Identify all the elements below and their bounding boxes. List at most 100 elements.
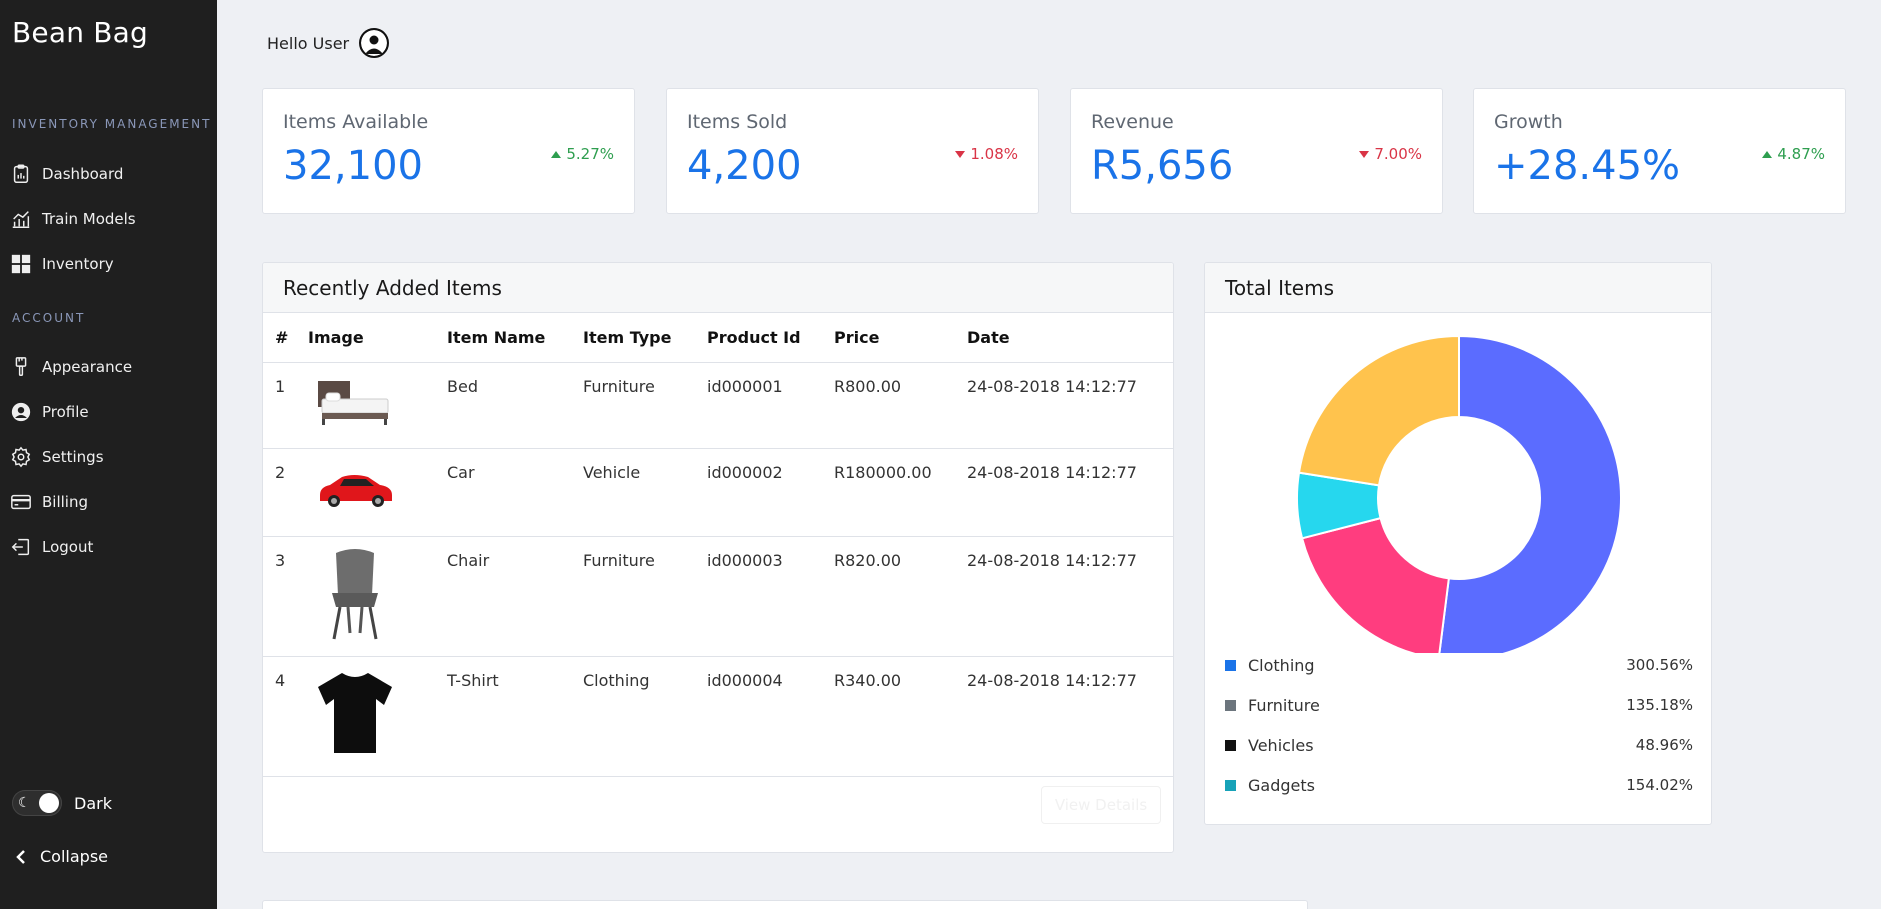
sidebar-item-label: Appearance bbox=[42, 358, 133, 376]
greeting: Hello User bbox=[267, 28, 390, 58]
recent-items-title: Recently Added Items bbox=[263, 263, 1173, 313]
moon-icon: ☾ bbox=[18, 795, 31, 811]
sidebar-item-logout[interactable]: Logout bbox=[10, 532, 210, 562]
dark-mode-toggle[interactable]: ☾ bbox=[12, 790, 62, 816]
user-circle-icon bbox=[11, 402, 31, 422]
column-header: Price bbox=[834, 313, 967, 363]
sidebar-item-inventory[interactable]: Inventory bbox=[10, 249, 210, 279]
legend-value: 300.56% bbox=[1626, 656, 1693, 674]
stat-change: 1.08% bbox=[955, 145, 1018, 163]
user-avatar[interactable] bbox=[359, 28, 390, 58]
brush-icon bbox=[15, 357, 27, 376]
user-icon bbox=[361, 30, 388, 56]
legend-label: Vehicles bbox=[1248, 735, 1314, 755]
stat-title: Growth bbox=[1494, 111, 1563, 133]
logout-icon bbox=[11, 538, 30, 556]
sidebar-item-label: Settings bbox=[42, 448, 104, 466]
legend-label: Furniture bbox=[1248, 695, 1320, 715]
stat-change-value: 4.87% bbox=[1777, 145, 1825, 163]
stat-title: Items Sold bbox=[687, 111, 788, 133]
item-type: Clothing bbox=[583, 656, 707, 777]
sidebar-item-label: Train Models bbox=[42, 210, 136, 228]
chart-icon bbox=[12, 211, 30, 228]
stat-value: R5,656 bbox=[1091, 143, 1234, 189]
tshirt-image bbox=[318, 672, 392, 753]
view-details-button[interactable]: View Details bbox=[1041, 786, 1161, 824]
item-name: Chair bbox=[447, 536, 583, 657]
date: 24-08-2018 14:12:77 bbox=[967, 656, 1173, 777]
brand-logo[interactable]: Bean Bag bbox=[12, 16, 148, 49]
stat-value: +28.45% bbox=[1494, 143, 1681, 189]
legend-item-gadgets[interactable]: Gadgets 154.02% bbox=[1225, 773, 1693, 797]
stat-card-items-available: Items Available 32,100 5.27% bbox=[262, 88, 635, 214]
sidebar-item-label: Billing bbox=[42, 493, 88, 511]
table-row[interactable]: 2 Car Vehicle id000002 R180000.00 24-08-… bbox=[263, 448, 1173, 537]
arrow-down-icon bbox=[955, 150, 966, 158]
product-id: id000003 bbox=[707, 536, 834, 657]
bed-image bbox=[318, 380, 389, 425]
credit-card-icon bbox=[11, 494, 31, 510]
toggle-knob bbox=[39, 793, 59, 813]
greeting-text: Hello User bbox=[267, 33, 350, 53]
column-header: Product Id bbox=[707, 313, 834, 363]
table-row[interactable]: 1 Bed Furniture id000001 R800.00 24-08-2… bbox=[263, 362, 1173, 449]
product-id: id000004 bbox=[707, 656, 834, 777]
recent-items-card: Recently Added Items # Image Item Name I… bbox=[262, 262, 1174, 853]
section-inventory-label: INVENTORY MANAGEMENT bbox=[12, 117, 212, 131]
stat-value: 32,100 bbox=[283, 143, 423, 189]
table-row[interactable]: 4 T-Shirt Clothing id000004 R340.00 24-0… bbox=[263, 656, 1173, 777]
total-items-card: Total Items Clothing 300.56% Furniture 1… bbox=[1204, 262, 1712, 825]
legend-item-vehicles[interactable]: Vehicles 48.96% bbox=[1225, 733, 1693, 757]
stat-change: 7.00% bbox=[1359, 145, 1422, 163]
sidebar-item-appearance[interactable]: Appearance bbox=[10, 352, 210, 382]
total-items-title: Total Items bbox=[1205, 263, 1711, 313]
donut-chart bbox=[1296, 334, 1622, 653]
sidebar-item-train-models[interactable]: Train Models bbox=[10, 204, 210, 234]
donut-slice[interactable] bbox=[1300, 516, 1450, 653]
sidebar-item-dashboard[interactable]: Dashboard bbox=[10, 159, 210, 189]
sidebar-item-profile[interactable]: Profile bbox=[10, 397, 210, 427]
arrow-up-icon bbox=[1762, 150, 1773, 158]
clipboard-icon bbox=[13, 164, 29, 183]
row-number: 4 bbox=[263, 656, 308, 777]
bottom-card bbox=[262, 900, 1308, 909]
collapse-button[interactable]: Collapse bbox=[14, 847, 108, 866]
date: 24-08-2018 14:12:77 bbox=[967, 362, 1173, 449]
table-row[interactable]: 3 Chair Furniture id000003 R820.00 24-08… bbox=[263, 536, 1173, 657]
item-type: Furniture bbox=[583, 536, 707, 657]
stat-change-value: 5.27% bbox=[566, 145, 614, 163]
table-header-row: # Image Item Name Item Type Product Id P… bbox=[263, 313, 1173, 363]
section-account-label: ACCOUNT bbox=[12, 311, 86, 325]
donut-slice[interactable] bbox=[1297, 334, 1460, 487]
legend-label: Gadgets bbox=[1248, 775, 1315, 795]
row-number: 2 bbox=[263, 448, 308, 537]
arrow-down-icon bbox=[1359, 150, 1370, 158]
donut-slice[interactable] bbox=[1438, 334, 1622, 653]
sidebar-item-label: Logout bbox=[42, 538, 94, 556]
image-cell bbox=[308, 362, 447, 449]
column-header: Date bbox=[967, 313, 1173, 363]
product-id: id000002 bbox=[707, 448, 834, 537]
row-number: 1 bbox=[263, 362, 308, 449]
item-type: Furniture bbox=[583, 362, 707, 449]
legend-label: Clothing bbox=[1248, 655, 1315, 675]
column-header: # bbox=[263, 313, 308, 363]
sidebar-item-settings[interactable]: Settings bbox=[10, 442, 210, 472]
car-image bbox=[320, 474, 392, 507]
legend-item-furniture[interactable]: Furniture 135.18% bbox=[1225, 693, 1693, 717]
stat-title: Revenue bbox=[1091, 111, 1174, 133]
chair-image bbox=[332, 548, 378, 639]
image-cell bbox=[308, 448, 447, 537]
theme-toggle-row: ☾ Dark bbox=[12, 790, 112, 816]
legend-item-clothing[interactable]: Clothing 300.56% bbox=[1225, 653, 1693, 677]
legend-value: 48.96% bbox=[1635, 736, 1693, 754]
stat-card-items-sold: Items Sold 4,200 1.08% bbox=[666, 88, 1039, 214]
item-name: Car bbox=[447, 448, 583, 537]
row-number: 3 bbox=[263, 536, 308, 657]
chevron-left-icon bbox=[16, 849, 25, 864]
column-header: Item Name bbox=[447, 313, 583, 363]
sidebar-item-billing[interactable]: Billing bbox=[10, 487, 210, 517]
legend-swatch bbox=[1225, 699, 1236, 711]
item-name: T-Shirt bbox=[447, 656, 583, 777]
theme-toggle-label: Dark bbox=[74, 793, 112, 813]
